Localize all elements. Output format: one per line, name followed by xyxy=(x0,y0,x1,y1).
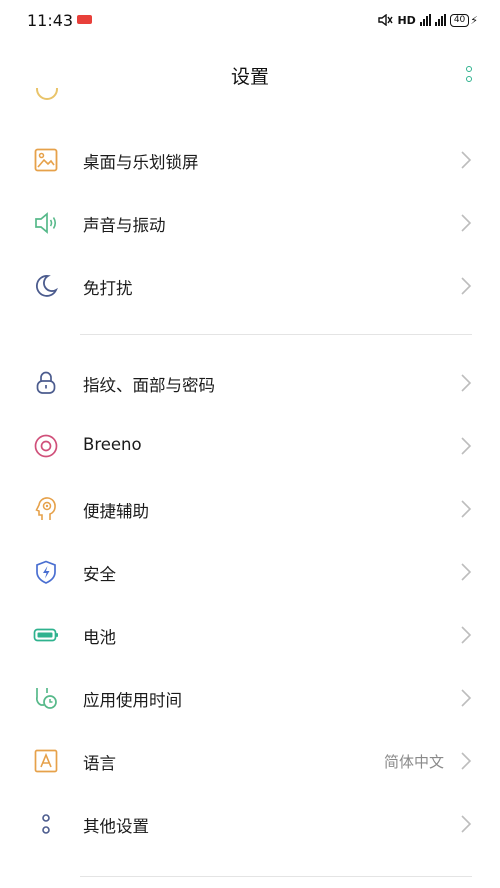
chevron-right-icon xyxy=(461,752,472,770)
settings-row-security[interactable]: 安全 xyxy=(0,541,500,604)
language-value: 简体中文 xyxy=(383,753,444,771)
moon-icon xyxy=(36,275,58,297)
section-divider xyxy=(80,334,472,335)
chevron-right-icon xyxy=(461,626,472,644)
status-time: 11:43 xyxy=(27,11,74,30)
mute-icon xyxy=(378,14,394,26)
settings-row-label: 其他设置 xyxy=(83,817,149,836)
page-title: 设置 xyxy=(230,66,269,88)
settings-row-accessibility[interactable]: 便捷辅助 xyxy=(0,478,500,541)
chevron-right-icon xyxy=(461,277,472,295)
settings-row-language[interactable]: 语言 简体中文 xyxy=(0,730,500,793)
chevron-right-icon xyxy=(461,689,472,707)
settings-row-battery[interactable]: 电池 xyxy=(0,604,500,667)
chevron-right-icon xyxy=(461,437,472,455)
settings-row-app-usage-time[interactable]: 应用使用时间 xyxy=(0,667,500,730)
settings-row-label: 电池 xyxy=(83,628,116,647)
settings-row-label: 桌面与乐划锁屏 xyxy=(83,153,199,172)
settings-row-do-not-disturb[interactable]: 免打扰 xyxy=(0,255,500,318)
chevron-right-icon xyxy=(461,151,472,169)
status-bar: 11:43 HD 40 ⚡ xyxy=(0,0,500,42)
lock-icon xyxy=(36,371,56,394)
shield-icon xyxy=(36,560,56,584)
section-divider xyxy=(80,876,472,877)
signal-1-icon xyxy=(419,14,431,26)
battery-indicator: 40 ⚡ xyxy=(449,13,478,27)
settings-row-label: 免打扰 xyxy=(83,279,133,298)
charging-icon: ⚡ xyxy=(470,13,478,27)
settings-row-wallpaper[interactable]: 桌面与乐划锁屏 xyxy=(0,129,500,192)
settings-row-label: 语言 xyxy=(83,754,116,773)
chevron-right-icon xyxy=(461,563,472,581)
chevron-right-icon xyxy=(461,500,472,518)
settings-row-label: Breeno xyxy=(83,435,142,454)
settings-row-sound[interactable]: 声音与振动 xyxy=(0,192,500,255)
notification-badge-icon xyxy=(77,15,92,24)
settings-row-fingerprint-face-password[interactable]: 指纹、面部与密码 xyxy=(0,352,500,415)
settings-row-other-settings[interactable]: 其他设置 xyxy=(0,793,500,856)
settings-row-label: 便捷辅助 xyxy=(83,502,149,521)
app-timer-icon xyxy=(35,688,57,709)
chevron-right-icon xyxy=(461,214,472,232)
wallpaper-icon xyxy=(34,148,58,172)
display-icon xyxy=(36,88,58,100)
signal-2-icon xyxy=(434,14,446,26)
more-settings-icon xyxy=(42,814,50,834)
chevron-right-icon xyxy=(461,374,472,392)
chevron-right-icon xyxy=(461,815,472,833)
status-icons: HD 40 ⚡ xyxy=(377,10,478,30)
hd-label: HD xyxy=(397,13,416,27)
settings-row-label: 应用使用时间 xyxy=(83,691,182,710)
speaker-icon xyxy=(35,212,57,234)
settings-row-label: 声音与振动 xyxy=(83,216,166,235)
partially-hidden-row[interactable] xyxy=(0,88,500,106)
assist-head-icon xyxy=(35,497,56,520)
battery-level: 40 xyxy=(449,13,470,27)
settings-row-label: 指纹、面部与密码 xyxy=(83,376,215,395)
breeno-icon xyxy=(34,434,58,458)
settings-row-label: 安全 xyxy=(83,565,116,584)
language-icon xyxy=(34,749,58,773)
battery-icon xyxy=(33,628,58,642)
more-options-button[interactable] xyxy=(464,64,476,86)
settings-row-breeno[interactable]: Breeno xyxy=(0,415,500,478)
